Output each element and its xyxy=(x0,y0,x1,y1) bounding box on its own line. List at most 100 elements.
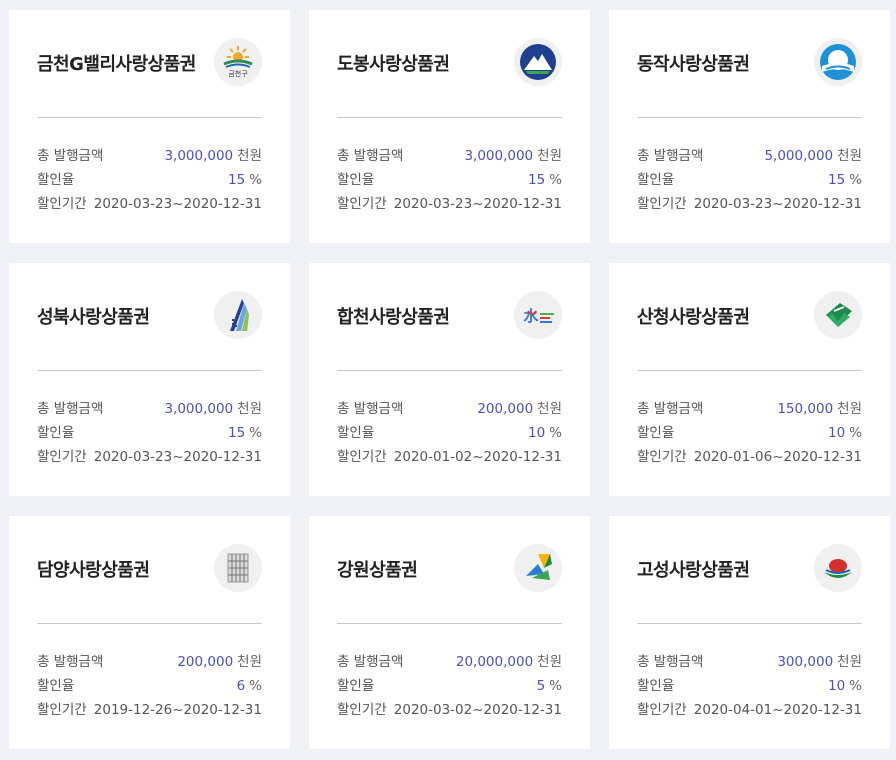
discount-rate-label: 할인율 xyxy=(637,425,675,441)
discount-period-row: 할인기간 2020-03-02~2020-12-31 xyxy=(337,698,562,722)
total-amount-label: 총 발행금액 xyxy=(37,148,104,164)
percent-unit: % xyxy=(249,678,262,694)
discount-rate-value: 15 xyxy=(227,172,246,188)
percent-unit: % xyxy=(249,425,262,441)
discount-period-row: 할인기간 2020-03-23~2020-12-31 xyxy=(637,192,862,216)
amount-unit: 천원 xyxy=(237,654,262,670)
total-amount-row: 총 발행금액 3,000,000 천원 xyxy=(337,144,562,168)
total-amount-value: 3,000,000 xyxy=(164,401,234,417)
discount-period-value: 2020-01-02~2020-12-31 xyxy=(393,449,562,465)
discount-period-label: 할인기간 xyxy=(337,196,387,212)
card-title: 금천G밸리사랑상품권 xyxy=(37,54,196,75)
voucher-card-dongjak[interactable]: 동작사랑상품권 총 발행금액 5,000,000천원 할인율 15% 할인기간 xyxy=(609,10,890,243)
hapcheon-logo-icon: 水 xyxy=(514,291,562,339)
total-amount-row: 총 발행금액 20,000,000 천원 xyxy=(337,650,562,674)
total-amount-row: 총 발행금액 3,000,000 천원 xyxy=(37,144,262,168)
discount-rate-value: 6 xyxy=(236,678,246,694)
discount-rate-value: 5 xyxy=(536,678,546,694)
discount-rate-value: 15 xyxy=(227,425,246,441)
voucher-card-seongbuk[interactable]: 성북사랑상품권 총 발행금액 3,000,000 천원 할인율 15 % 할인기… xyxy=(9,263,290,496)
discount-rate-label: 할인율 xyxy=(637,678,675,694)
discount-rate-row: 할인율 10% xyxy=(637,674,862,698)
card-header: 동작사랑상품권 xyxy=(637,10,862,118)
amount-unit: 천원 xyxy=(537,148,562,164)
discount-rate-value: 10 xyxy=(827,425,846,441)
total-amount-row: 총 발행금액 5,000,000 천원 xyxy=(637,144,862,168)
amount-unit: 천원 xyxy=(237,401,262,417)
total-amount-row: 총 발행금액 300,000 천원 xyxy=(637,650,862,674)
percent-unit: % xyxy=(549,425,562,441)
total-amount-label: 총 발행금액 xyxy=(37,401,104,417)
svg-text:水: 水 xyxy=(523,307,539,325)
total-amount-row: 총 발행금액 200,000 천원 xyxy=(337,397,562,421)
voucher-card-goseong[interactable]: 고성사랑상품권 총 발행금액 300,000 천원 할인율 10% 할인기간 20… xyxy=(609,516,890,749)
percent-unit: % xyxy=(849,425,862,441)
total-amount-value: 300,000 xyxy=(777,654,834,670)
card-title: 동작사랑상품권 xyxy=(637,54,750,75)
discount-period-value: 2020-04-01~2020-12-31 xyxy=(693,702,862,718)
discount-rate-label: 할인율 xyxy=(337,678,375,694)
total-amount-value: 200,000 xyxy=(477,401,534,417)
total-amount-row: 총 발행금액 200,000 천원 xyxy=(37,650,262,674)
discount-period-value: 2020-03-02~2020-12-31 xyxy=(393,702,562,718)
voucher-card-geumcheon[interactable]: 금천G밸리사랑상품권 금천구 총 발행금액 3,000,000 천원 할인율 1… xyxy=(9,10,290,243)
discount-period-label: 할인기간 xyxy=(37,196,87,212)
discount-period-row: 할인기간 2020-03-23~2020-12-31 xyxy=(37,445,262,469)
total-amount-value: 20,000,000 xyxy=(455,654,534,670)
amount-unit: 천원 xyxy=(837,654,862,670)
discount-rate-label: 할인율 xyxy=(337,425,375,441)
card-header: 산청사랑상품권 xyxy=(637,263,862,371)
discount-period-label: 할인기간 xyxy=(37,449,87,465)
discount-rate-row: 할인율 15% xyxy=(637,168,862,192)
total-amount-row: 총 발행금액 3,000,000 천원 xyxy=(37,397,262,421)
discount-period-row: 할인기간 2020-03-23~2020-12-31 xyxy=(337,192,562,216)
card-header: 합천사랑상품권 水 xyxy=(337,263,562,371)
geumcheon-logo-icon: 금천구 xyxy=(214,38,262,86)
discount-rate-value: 10 xyxy=(827,678,846,694)
discount-rate-value: 15 xyxy=(527,172,546,188)
amount-unit: 천원 xyxy=(837,148,862,164)
card-header: 담양사랑상품권 xyxy=(37,516,262,624)
discount-period-row: 할인기간 2020-01-02~2020-12-31 xyxy=(337,445,562,469)
voucher-card-dobong[interactable]: 도봉사랑상품권 총 발행금액 3,000,000 천원 할인율 15% 할인기간 … xyxy=(309,10,590,243)
total-amount-value: 5,000,000 xyxy=(764,148,834,164)
percent-unit: % xyxy=(549,172,562,188)
discount-rate-label: 할인율 xyxy=(37,425,75,441)
discount-rate-label: 할인율 xyxy=(337,172,375,188)
discount-rate-row: 할인율 10% xyxy=(337,421,562,445)
total-amount-label: 총 발행금액 xyxy=(637,654,704,670)
card-title: 성북사랑상품권 xyxy=(37,307,150,328)
discount-rate-row: 할인율 15% xyxy=(337,168,562,192)
amount-unit: 천원 xyxy=(837,401,862,417)
discount-period-label: 할인기간 xyxy=(637,702,687,718)
discount-rate-label: 할인율 xyxy=(37,172,75,188)
discount-period-label: 할인기간 xyxy=(37,702,87,718)
total-amount-label: 총 발행금액 xyxy=(337,654,404,670)
total-amount-value: 3,000,000 xyxy=(464,148,534,164)
discount-rate-label: 할인율 xyxy=(37,678,75,694)
voucher-card-damyang[interactable]: 담양사랑상품권 총 발행금액 200,000 천원 할인율 6 % 할인기간 2… xyxy=(9,516,290,749)
damyang-logo-icon xyxy=(214,544,262,592)
voucher-card-gangwon[interactable]: 강원상품권 총 발행금액 20,000,000 천원 할인율 5% 할인기간 2… xyxy=(309,516,590,749)
discount-rate-label: 할인율 xyxy=(637,172,675,188)
discount-period-row: 할인기간 2019-12-26~2020-12-31 xyxy=(37,698,262,722)
percent-unit: % xyxy=(849,678,862,694)
sancheong-logo-icon xyxy=(814,291,862,339)
goseong-logo-icon xyxy=(814,544,862,592)
total-amount-label: 총 발행금액 xyxy=(337,401,404,417)
voucher-card-sancheong[interactable]: 산청사랑상품권 총 발행금액 150,000 천원 할인율 10% 할인기간 20… xyxy=(609,263,890,496)
voucher-card-hapcheon[interactable]: 합천사랑상품권 水 총 발행금액 200,000 천원 할인율 10% 할인기간… xyxy=(309,263,590,496)
dobong-logo-icon xyxy=(514,38,562,86)
discount-period-value: 2020-03-23~2020-12-31 xyxy=(693,196,862,212)
card-title: 산청사랑상품권 xyxy=(637,307,750,328)
total-amount-value: 150,000 xyxy=(777,401,834,417)
discount-period-value: 2019-12-26~2020-12-31 xyxy=(93,702,262,718)
discount-rate-row: 할인율 15% xyxy=(37,168,262,192)
percent-unit: % xyxy=(549,678,562,694)
total-amount-row: 총 발행금액 150,000 천원 xyxy=(637,397,862,421)
discount-rate-row: 할인율 6% xyxy=(37,674,262,698)
amount-unit: 천원 xyxy=(537,401,562,417)
discount-period-value: 2020-03-23~2020-12-31 xyxy=(393,196,562,212)
card-title: 고성사랑상품권 xyxy=(637,560,750,581)
card-header: 도봉사랑상품권 xyxy=(337,10,562,118)
